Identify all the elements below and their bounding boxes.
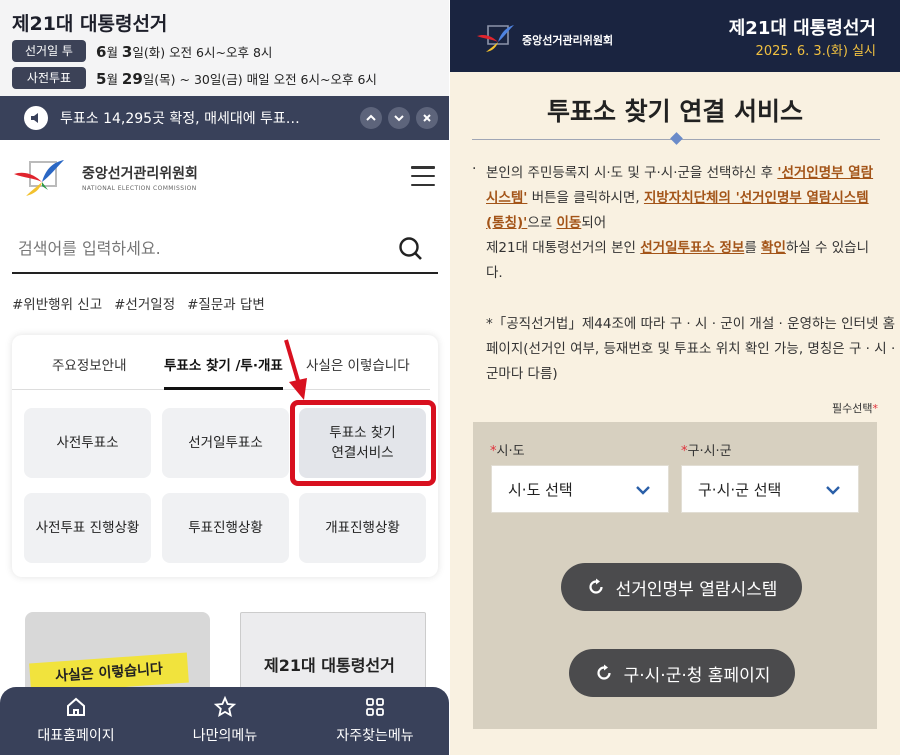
tab-main-info[interactable]: 주요정보안내 <box>52 354 127 390</box>
nav-frequent-menu[interactable]: 자주찾는메뉴 <box>305 695 445 745</box>
tab-fact-check[interactable]: 사실은 이렇습니다 <box>306 354 410 390</box>
election-schedule-header: 제21대 대통령선거 선거일 투표 6월 3일(화) 오전 6시~오후 8시 사… <box>0 0 449 96</box>
schedule-text: 5월 29일(목) ~ 30일(금) 매일 오전 6시~오후 6시 <box>96 69 377 88</box>
header-org-name: 중앙선거관리위원회 <box>522 34 614 47</box>
search-input[interactable] <box>18 234 378 262</box>
required-label: 필수선택* <box>832 402 878 415</box>
button-label: 구·시·군·청 홈페이지 <box>623 665 771 686</box>
schedule-row-election-day: 선거일 투표 6월 3일(화) 오전 6시~오후 8시 <box>12 40 273 80</box>
divider-diamond-icon <box>670 132 683 145</box>
search-bar <box>12 226 438 274</box>
nav-label: 대표홈페이지 <box>37 728 115 744</box>
nec-logo[interactable]: 중앙선거관리위원회 NATIONAL ELECTION COMMISSION <box>12 156 198 198</box>
page-title: 투표소 찾기 연결 서비스 <box>546 97 804 126</box>
nav-label: 자주찾는메뉴 <box>336 728 414 744</box>
nec-emblem-icon <box>477 25 514 52</box>
header-election-date: 2025. 6. 3.(화) 실시 <box>755 44 876 59</box>
sido-select-value: 시·도 선택 <box>508 480 573 499</box>
chevron-down-icon[interactable] <box>388 107 410 129</box>
polling-place-link-service-panel: 중앙선거관리위원회 제21대 대통령선거 2025. 6. 3.(화) 실시 투… <box>450 0 900 755</box>
red-highlight-box <box>290 400 436 486</box>
bottom-nav: 대표홈페이지 나만의메뉴 자주찾는메뉴 <box>0 687 449 755</box>
service-header: 중앙선거관리위원회 제21대 대통령선거 2025. 6. 3.(화) 실시 <box>450 0 900 72</box>
header-election-title: 제21대 대통령선거 <box>728 18 876 39</box>
news-headline[interactable]: 투표소 14,295곳 확정, 매세대에 투표… <box>60 108 300 128</box>
tile-election-day-place[interactable]: 선거일투표소 <box>162 408 289 478</box>
voter-registry-system-button[interactable]: 선거인명부 열람시스템 <box>561 563 802 611</box>
home-icon <box>67 697 85 716</box>
instruction-text: 본인의 주민등록지 시·도 및 구·시·군을 선택하신 후 '선거인명부 열람시… <box>486 165 874 281</box>
nav-label: 나만의메뉴 <box>192 728 258 744</box>
nav-my-menu[interactable]: 나만의메뉴 <box>155 695 295 745</box>
district-homepage-button[interactable]: 구·시·군·청 홈페이지 <box>569 649 795 697</box>
hamburger-menu-icon[interactable] <box>411 166 435 186</box>
news-ticker: 투표소 14,295곳 확정, 매세대에 투표… <box>0 96 449 140</box>
schedule-row-early-vote: 사전투표 5월 29일(목) ~ 30일(금) 매일 오전 6시~오후 6시 <box>12 67 377 89</box>
hashtag-link[interactable]: #질문과 답변 <box>187 293 265 313</box>
hashtag-list: #위반행위 신고 #선거일정 #질문과 답변 <box>12 293 265 313</box>
grid-icon <box>366 698 384 716</box>
close-icon[interactable] <box>416 107 438 129</box>
hashtag-link[interactable]: #위반행위 신고 <box>12 293 102 313</box>
button-label: 선거인명부 열람시스템 <box>615 579 778 600</box>
tab-polling-place[interactable]: 투표소 찾기 /투·개표 <box>164 354 283 390</box>
gusigun-label: *구·시·군 <box>681 444 732 459</box>
tile-voting-progress[interactable]: 투표진행상황 <box>162 493 289 563</box>
gusigun-select[interactable]: 구·시·군 선택 <box>681 465 859 513</box>
mobile-homepage-panel: 제21대 대통령선거 선거일 투표 6월 3일(화) 오전 6시~오후 8시 사… <box>0 0 449 755</box>
search-icon[interactable] <box>398 236 424 262</box>
sido-label: *시·도 <box>490 444 525 459</box>
chevron-down-icon <box>636 486 650 495</box>
bullet-dot: · <box>472 161 477 177</box>
tile-early-voting-place[interactable]: 사전투표소 <box>24 408 151 478</box>
schedule-badge: 선거일 투표 <box>12 40 86 80</box>
hashtag-link[interactable]: #선거일정 <box>114 293 175 313</box>
banner-election-title: 제21대 대통령선거 <box>264 656 395 675</box>
refresh-icon <box>589 578 603 594</box>
chevron-down-icon <box>826 486 840 495</box>
logo-name-en: NATIONAL ELECTION COMMISSION <box>82 184 197 192</box>
schedule-badge: 사전투표 <box>12 67 86 89</box>
chevron-up-icon[interactable] <box>360 107 382 129</box>
sido-select[interactable]: 시·도 선택 <box>491 465 669 513</box>
gusigun-select-value: 구·시·군 선택 <box>698 480 782 499</box>
nav-main-homepage[interactable]: 대표홈페이지 <box>6 695 146 745</box>
tile-counting-progress[interactable]: 개표진행상황 <box>299 493 426 563</box>
tile-early-voting-progress[interactable]: 사전투표 진행상황 <box>24 493 151 563</box>
legal-note: *「공직선거법」제44조에 따라 구 · 시 · 군이 개설 · 운영하는 인터… <box>486 316 896 382</box>
red-arrow-icon <box>284 339 307 400</box>
star-icon <box>213 695 237 718</box>
election-title: 제21대 대통령선거 <box>12 13 168 35</box>
refresh-icon <box>597 664 611 680</box>
nec-emblem-icon <box>14 160 64 196</box>
quick-menu-tabs: 주요정보안내 투표소 찾기 /투·개표 사실은 이렇습니다 <box>12 354 430 390</box>
speaker-icon[interactable] <box>24 106 48 130</box>
logo-name-ko: 중앙선거관리위원회 <box>82 165 198 182</box>
schedule-text: 6월 3일(화) 오전 6시~오후 8시 <box>96 42 273 61</box>
